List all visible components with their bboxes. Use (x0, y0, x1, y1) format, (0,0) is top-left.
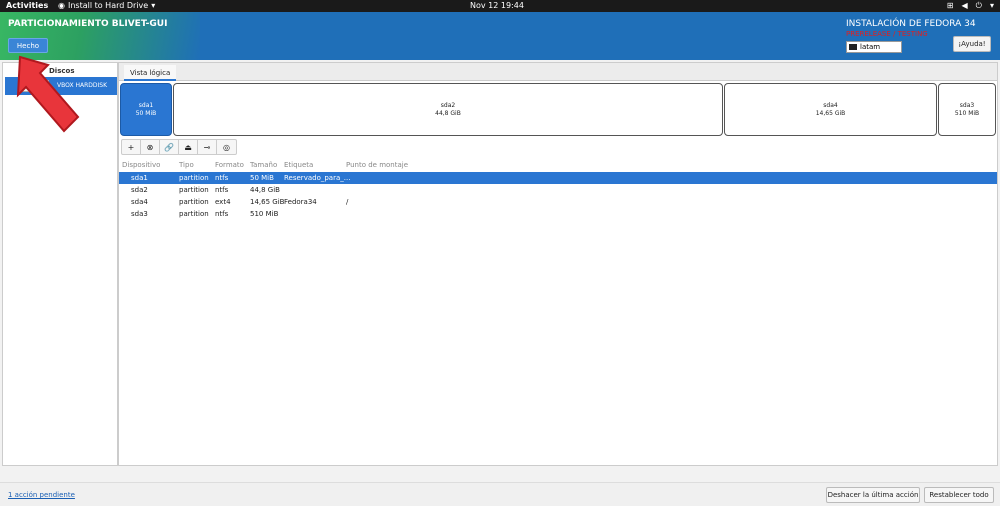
partition-size: 50 MiB (135, 109, 157, 117)
cell-type: partition (179, 174, 209, 182)
partition-block-sda3[interactable]: sda3 510 MiB (938, 83, 996, 136)
done-button[interactable]: Hecho (8, 38, 48, 53)
system-tray[interactable]: ⊞ ◀ ⏻ ▾ (947, 0, 994, 12)
keyboard-layout-label: latam (860, 43, 881, 51)
header-banner: PARTICIONAMIENTO BLIVET-GUI Hecho INSTAL… (0, 12, 1000, 60)
cell-size: 510 MiB (250, 210, 279, 218)
partition-name: sda2 (440, 101, 456, 109)
edit-icon[interactable]: 🔗 (160, 140, 179, 154)
cell-size: 44,8 GiB (250, 186, 280, 194)
footer-bar: 1 acción pendiente Deshacer la última ac… (0, 482, 1000, 506)
column-header[interactable]: Etiqueta (284, 159, 313, 171)
column-header[interactable]: Tamaño (250, 159, 277, 171)
installer-icon: ◉ (58, 1, 65, 10)
column-header[interactable]: Punto de montaje (346, 159, 408, 171)
add-icon[interactable]: + (122, 140, 141, 154)
app-menu[interactable]: ◉ Install to Hard Drive ▾ (58, 0, 155, 12)
cell-device: sda2 (131, 186, 148, 194)
keyboard-layout-indicator[interactable]: latam (846, 41, 902, 53)
main-panel: Vista lógica sda1 50 MiB sda2 44,8 GiB s… (118, 62, 998, 466)
volume-icon: ◀ (961, 1, 968, 10)
pending-actions-link[interactable]: 1 acción pendiente (8, 491, 75, 499)
partition-toolbar: + ⊗ 🔗 ⏏ ⊸ ◎ (121, 139, 237, 155)
help-button[interactable]: ¡Ayuda! (953, 36, 991, 52)
table-row[interactable]: sda3 partition ntfs 510 MiB (119, 208, 997, 220)
cell-mountpoint: / (346, 198, 349, 206)
cell-format: ntfs (215, 174, 229, 182)
chevron-down-icon: ▾ (989, 1, 994, 10)
partition-size: 510 MiB (954, 109, 980, 117)
install-title: INSTALACIÓN DE FEDORA 34 (846, 19, 976, 29)
column-header[interactable]: Tipo (179, 159, 194, 171)
delete-icon[interactable]: ⊗ (141, 140, 160, 154)
partition-map: sda1 50 MiB sda2 44,8 GiB sda4 14,65 GiB… (119, 83, 997, 137)
column-header[interactable]: Dispositivo (122, 159, 160, 171)
undo-last-action-button[interactable]: Deshacer la última acción (826, 487, 920, 503)
cell-device: sda3 (131, 210, 148, 218)
column-header[interactable]: Formato (215, 159, 244, 171)
table-row[interactable]: sda4 partition ext4 14,65 GiB Fedora34 / (119, 196, 997, 208)
info-icon[interactable]: ◎ (217, 140, 236, 154)
cell-format: ntfs (215, 210, 229, 218)
partition-size: 14,65 GiB (815, 109, 846, 117)
top-bar: Activities ◉ Install to Hard Drive ▾ Nov… (0, 0, 1000, 12)
key-icon[interactable]: ⊸ (198, 140, 217, 154)
table-header: Dispositivo Tipo Formato Tamaño Etiqueta… (119, 159, 997, 171)
partition-name: sda1 (138, 101, 154, 109)
tab-bar: Vista lógica (119, 63, 997, 81)
cell-size: 50 MiB (250, 174, 274, 182)
partition-block-sda1[interactable]: sda1 50 MiB (120, 83, 172, 136)
partition-block-sda2[interactable]: sda2 44,8 GiB (173, 83, 723, 136)
unmount-icon[interactable]: ⏏ (179, 140, 198, 154)
partition-name: sda3 (959, 101, 975, 109)
app-menu-label: Install to Hard Drive (67, 1, 149, 10)
power-icon: ⏻ (975, 1, 982, 10)
keyboard-icon (849, 44, 857, 50)
cell-device: sda4 (131, 198, 148, 206)
cell-device: sda1 (131, 174, 148, 182)
cell-type: partition (179, 198, 209, 206)
clock[interactable]: Nov 12 19:44 (470, 0, 524, 12)
partition-size: 44,8 GiB (435, 109, 461, 117)
cell-label: Fedora34 (284, 198, 317, 206)
cell-size: 14,65 GiB (250, 198, 285, 206)
partition-name: sda4 (823, 101, 838, 109)
network-icon: ⊞ (946, 1, 954, 10)
cell-format: ntfs (215, 186, 229, 194)
table-row[interactable]: sda1 partition ntfs 50 MiB Reservado_par… (119, 172, 997, 184)
tab-logical-view[interactable]: Vista lógica (124, 65, 177, 81)
table-row[interactable]: sda2 partition ntfs 44,8 GiB (119, 184, 997, 196)
cell-type: partition (179, 210, 209, 218)
red-arrow-annotation (16, 55, 80, 133)
page-title: PARTICIONAMIENTO BLIVET-GUI (8, 19, 168, 29)
partition-block-sda4[interactable]: sda4 14,65 GiB (724, 83, 937, 136)
cell-format: ext4 (215, 198, 231, 206)
reset-all-button[interactable]: Restablecer todo (924, 487, 994, 503)
activities-button[interactable]: Activities (6, 0, 48, 12)
prerelease-warning: PRERELEASE / TESTING (846, 30, 928, 38)
chevron-down-icon: ▾ (151, 1, 156, 10)
cell-label: Reservado_para_... (284, 174, 351, 182)
cell-type: partition (179, 186, 209, 194)
